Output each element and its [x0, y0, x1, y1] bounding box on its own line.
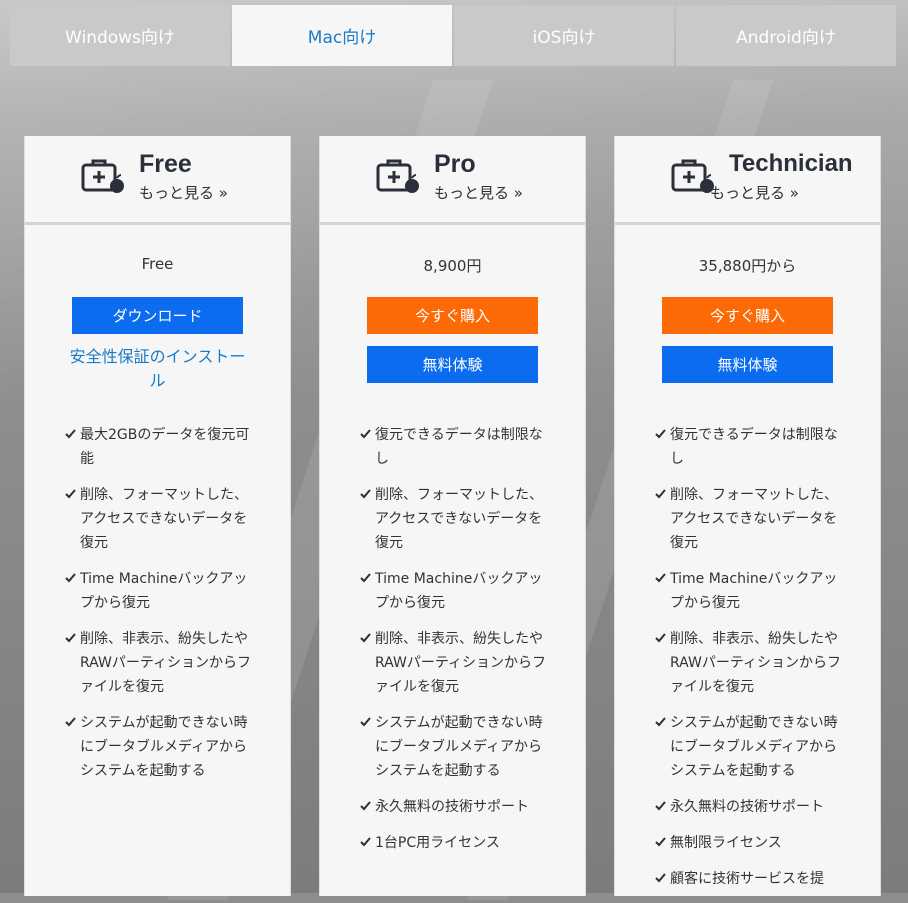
- check-icon: [655, 633, 666, 643]
- mac-recovery-icon: [81, 159, 124, 193]
- check-icon: [360, 489, 371, 499]
- plan-header: Technician もっと見る »: [615, 136, 880, 225]
- more-link[interactable]: もっと見る »: [710, 182, 799, 203]
- feature-item: 削除、非表示、紛失したやRAWパーティションからファイルを復元: [655, 627, 845, 699]
- plan-name: Free: [139, 150, 192, 178]
- check-icon: [360, 801, 371, 811]
- plan-price: 8,900円: [423, 257, 482, 275]
- feature-item: Time Machineバックアップから復元: [65, 567, 255, 615]
- feature-text: 復元できるデータは制限なし: [670, 427, 838, 467]
- feature-text: 削除、フォーマットした、アクセスできないデータを復元: [375, 487, 543, 551]
- free-trial-button[interactable]: 無料体験: [662, 346, 833, 383]
- plan-name: Pro: [434, 150, 476, 178]
- feature-list: 復元できるデータは制限なし削除、フォーマットした、アクセスできないデータを復元 T…: [655, 423, 845, 903]
- check-icon: [655, 573, 666, 583]
- plan-header: Pro もっと見る »: [320, 136, 585, 225]
- plan-card-technician: Technician もっと見る » 35,880円から 今すぐ購入 無料体験 …: [614, 136, 881, 896]
- plan-price: Free: [141, 255, 174, 273]
- tab-mac[interactable]: Mac向け: [232, 5, 452, 66]
- feature-item: 復元できるデータは制限なし: [360, 423, 550, 471]
- feature-list: 復元できるデータは制限なし削除、フォーマットした、アクセスできないデータを復元 T…: [360, 423, 550, 867]
- feature-item: 永久無料の技術サポート: [655, 795, 845, 819]
- feature-item: 永久無料の技術サポート: [360, 795, 550, 819]
- feature-item: 1台PC用ライセンス: [360, 831, 550, 855]
- feature-text: 最大2GBのデータを復元可能: [80, 427, 250, 467]
- plan-card-free: Free もっと見る » Free ダウンロード 安全性保証のインストール 最大…: [24, 136, 291, 896]
- feature-item: Time Machineバックアップから復元: [360, 567, 550, 615]
- check-icon: [655, 489, 666, 499]
- feature-item: 顧客に技術サービスを提: [655, 867, 845, 891]
- feature-item: 無制限ライセンス: [655, 831, 845, 855]
- feature-text: 1台PC用ライセンス: [375, 835, 500, 851]
- more-link[interactable]: もっと見る »: [434, 182, 523, 203]
- check-icon: [360, 717, 371, 727]
- tab-ios[interactable]: iOS向け: [454, 5, 674, 66]
- feature-text: システムが起動できない時にブータブルメディアからシステムを起動する: [80, 715, 248, 779]
- plan-header: Free もっと見る »: [25, 136, 290, 225]
- feature-text: 削除、非表示、紛失したやRAWパーティションからファイルを復元: [670, 631, 841, 695]
- buy-now-button[interactable]: 今すぐ購入: [367, 297, 538, 334]
- download-button[interactable]: ダウンロード: [72, 297, 243, 334]
- feature-text: 永久無料の技術サポート: [375, 799, 529, 815]
- feature-item: システムが起動できない時にブータブルメディアからシステムを起動する: [65, 711, 255, 783]
- feature-item: 復元できるデータは制限なし: [655, 423, 845, 471]
- check-icon: [360, 837, 371, 847]
- check-icon: [655, 873, 666, 883]
- check-icon: [65, 717, 76, 727]
- check-icon: [360, 633, 371, 643]
- feature-text: Time Machineバックアップから復元: [375, 571, 543, 611]
- check-icon: [655, 717, 666, 727]
- feature-text: 削除、フォーマットした、アクセスできないデータを復元: [670, 487, 838, 551]
- free-trial-button[interactable]: 無料体験: [367, 346, 538, 383]
- mac-recovery-icon: [376, 159, 419, 193]
- check-icon: [65, 573, 76, 583]
- feature-text: Time Machineバックアップから復元: [670, 571, 838, 611]
- more-link[interactable]: もっと見る »: [139, 182, 228, 203]
- feature-text: 顧客に技術サービスを提: [670, 871, 824, 887]
- feature-text: システムが起動できない時にブータブルメディアからシステムを起動する: [375, 715, 543, 779]
- feature-text: 永久無料の技術サポート: [670, 799, 824, 815]
- tab-android[interactable]: Android向け: [676, 5, 896, 66]
- check-icon: [65, 429, 76, 439]
- check-icon: [65, 633, 76, 643]
- feature-item: 最大2GBのデータを復元可能: [65, 423, 255, 471]
- check-icon: [65, 489, 76, 499]
- feature-item: 削除、非表示、紛失したやRAWパーティションからファイルを復元: [65, 627, 255, 699]
- feature-item: システムが起動できない時にブータブルメディアからシステムを起動する: [655, 711, 845, 783]
- mac-recovery-icon: [671, 159, 714, 193]
- feature-text: 無制限ライセンス: [670, 835, 782, 851]
- check-icon: [360, 429, 371, 439]
- buy-now-button[interactable]: 今すぐ購入: [662, 297, 833, 334]
- tab-windows[interactable]: Windows向け: [10, 5, 230, 66]
- check-icon: [655, 837, 666, 847]
- check-icon: [655, 429, 666, 439]
- feature-text: 削除、フォーマットした、アクセスできないデータを復元: [80, 487, 248, 551]
- feature-text: 削除、非表示、紛失したやRAWパーティションからファイルを復元: [80, 631, 251, 695]
- feature-item: 削除、非表示、紛失したやRAWパーティションからファイルを復元: [360, 627, 550, 699]
- feature-item: Time Machineバックアップから復元: [655, 567, 845, 615]
- platform-tabs: Windows向け Mac向け iOS向け Android向け: [10, 5, 896, 66]
- feature-item: 削除、フォーマットした、アクセスできないデータを復元: [65, 483, 255, 555]
- feature-text: システムが起動できない時にブータブルメディアからシステムを起動する: [670, 715, 838, 779]
- plan-card-pro: Pro もっと見る » 8,900円 今すぐ購入 無料体験 復元できるデータは制…: [319, 136, 586, 896]
- feature-item: 削除、フォーマットした、アクセスできないデータを復元: [655, 483, 845, 555]
- plan-price: 35,880円から: [698, 257, 797, 275]
- check-icon: [360, 573, 371, 583]
- feature-item: システムが起動できない時にブータブルメディアからシステムを起動する: [360, 711, 550, 783]
- check-icon: [655, 801, 666, 811]
- feature-text: Time Machineバックアップから復元: [80, 571, 248, 611]
- feature-text: 削除、非表示、紛失したやRAWパーティションからファイルを復元: [375, 631, 546, 695]
- plan-name: Technician: [729, 150, 853, 177]
- safe-install-link[interactable]: 安全性保証のインストール: [65, 345, 250, 393]
- feature-text: 復元できるデータは制限なし: [375, 427, 543, 467]
- feature-list: 最大2GBのデータを復元可能削除、フォーマットした、アクセスできないデータを復元…: [65, 423, 255, 795]
- feature-item: 削除、フォーマットした、アクセスできないデータを復元: [360, 483, 550, 555]
